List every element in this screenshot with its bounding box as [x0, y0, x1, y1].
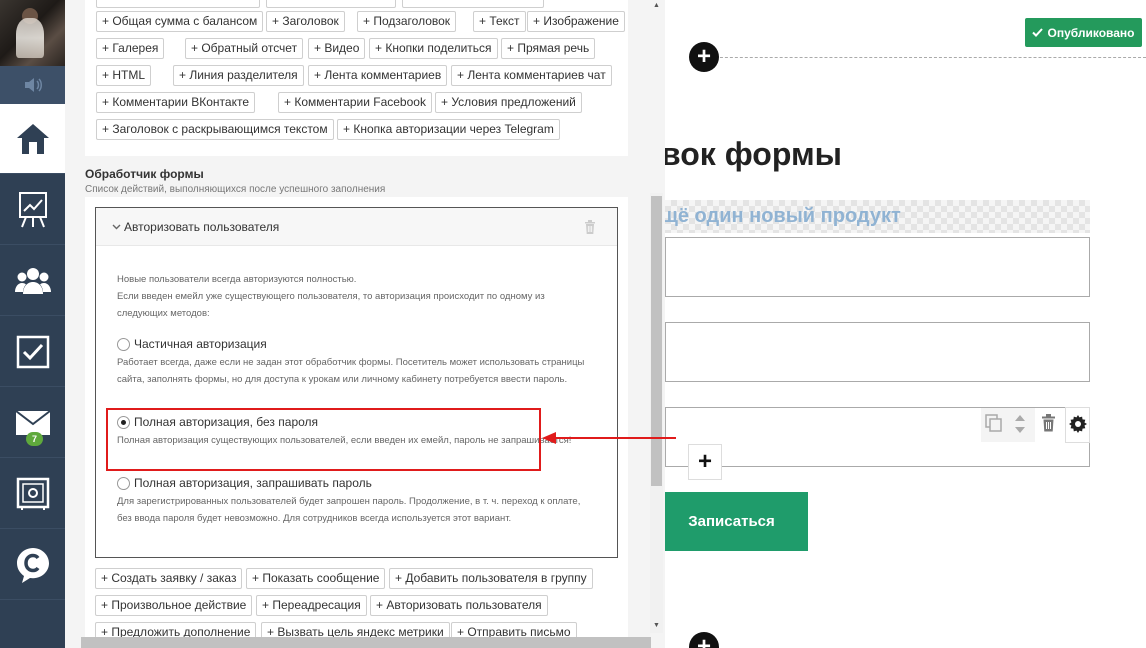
horizontal-scrollbar[interactable] [81, 637, 651, 648]
safe-icon [16, 477, 50, 511]
scroll-up-icon[interactable]: ▲ [651, 2, 662, 9]
checkbox-icon [16, 335, 50, 369]
chart-board-icon [18, 191, 48, 229]
move-icon[interactable] [1014, 414, 1026, 437]
radio-full-auth-password[interactable] [117, 476, 130, 490]
add-offer-terms-button[interactable]: + Условия предложений [435, 92, 582, 113]
hidden-tag-1[interactable] [96, 0, 260, 8]
published-button[interactable]: Опубликовано [1025, 18, 1142, 47]
add-create-order-action[interactable]: + Создать заявку / заказ [95, 568, 243, 589]
option-full-auth-password-label: Полная авторизация, запрашивать пароль [134, 476, 372, 490]
add-share-buttons-button[interactable]: + Кнопки поделиться [369, 38, 498, 59]
selected-option-highlight [106, 408, 541, 471]
option-full-auth-password[interactable]: Полная авторизация, запрашивать пароль [117, 475, 372, 491]
add-show-message-action[interactable]: + Показать сообщение [246, 568, 386, 589]
add-user-to-group-action[interactable]: + Добавить пользователя в группу [389, 568, 593, 589]
gear-icon [1068, 414, 1087, 436]
add-vk-comments-button[interactable]: + Комментарии ВКонтакте [96, 92, 256, 113]
sidebar-item-stats[interactable] [0, 175, 65, 245]
users-icon [14, 266, 52, 296]
block-settings-button[interactable] [1065, 407, 1090, 443]
add-text-button[interactable]: + Текст [473, 11, 526, 32]
panel-scrollbar-thumb[interactable] [651, 196, 662, 486]
sidebar-item-tasks[interactable] [0, 317, 65, 387]
add-quote-button[interactable]: + Прямая речь [501, 38, 596, 59]
add-heading-button[interactable]: + Заголовок [266, 11, 345, 32]
sidebar-item-users[interactable] [0, 246, 65, 316]
trash-icon[interactable] [584, 220, 596, 237]
signup-button[interactable]: Записаться [665, 492, 808, 551]
form-field-1[interactable] [665, 237, 1090, 297]
add-fb-comments-button[interactable]: + Комментарии Facebook [278, 92, 432, 113]
published-label: Опубликовано [1047, 25, 1135, 40]
add-redirect-action[interactable]: + Переадресация [256, 595, 367, 616]
handler-info-2: Если введен емейл уже существующего поль… [117, 291, 545, 319]
handler-title: Авторизовать пользователя [124, 220, 280, 234]
chevron-down-icon[interactable] [112, 222, 121, 233]
add-block-button[interactable]: + [688, 444, 722, 480]
avatar-figure [16, 18, 44, 58]
add-comments-feed-button[interactable]: + Лента комментариев [308, 65, 448, 86]
add-divider-button[interactable]: + Линия разделителя [173, 65, 304, 86]
add-expandable-heading-button[interactable]: + Заголовок с раскрывающимся текстом [96, 119, 334, 140]
option-partial-auth-desc: Работает всегда, даже если не задан этот… [117, 357, 585, 385]
avatar[interactable] [0, 0, 65, 66]
add-custom-action[interactable]: + Произвольное действие [95, 595, 253, 616]
add-section-bottom-button[interactable]: + [689, 632, 719, 648]
copy-icon[interactable] [985, 414, 1003, 435]
form-handler-title: Обработчик формы [85, 167, 204, 181]
delete-icon[interactable] [1041, 414, 1056, 435]
add-countdown-button[interactable]: + Обратный отсчет [185, 38, 304, 59]
add-video-button[interactable]: + Видео [308, 38, 366, 59]
hidden-tag-2[interactable] [266, 0, 396, 8]
add-comments-chat-button[interactable]: + Лента комментариев чат [451, 65, 612, 86]
add-blocks-box: + Общая сумма с балансом + Заголовок + П… [85, 0, 628, 156]
check-icon [1032, 26, 1044, 40]
radio-partial-auth[interactable] [117, 337, 130, 351]
speaker-icon[interactable] [0, 66, 65, 104]
home-icon [15, 122, 51, 156]
add-subheading-button[interactable]: + Подзаголовок [357, 11, 457, 32]
option-partial-auth[interactable]: Частичная авторизация [117, 336, 267, 352]
sidebar-item-messages[interactable]: 7 [0, 388, 65, 458]
add-section-top-button[interactable]: + [689, 42, 719, 72]
add-telegram-auth-button[interactable]: + Кнопка авторизации через Telegram [337, 119, 560, 140]
option-full-auth-password-desc: Для зарегистрированных пользователей буд… [117, 496, 581, 524]
scroll-down-icon[interactable]: ▼ [651, 622, 662, 629]
authorize-user-handler: Авторизовать пользователя Новые пользова… [95, 207, 618, 558]
form-handler-subtitle: Список действий, выполняющихся после усп… [85, 184, 386, 195]
block-settings-panel: + Общая сумма с балансом + Заголовок + П… [65, 0, 665, 648]
add-image-button[interactable]: + Изображение [527, 11, 625, 32]
add-html-button[interactable]: + HTML [96, 65, 152, 86]
main-sidebar: 7 [0, 0, 65, 648]
form-heading[interactable]: вок формы [665, 136, 842, 173]
sidebar-item-home[interactable] [0, 104, 65, 174]
handler-header[interactable]: Авторизовать пользователя [96, 208, 617, 246]
option-partial-auth-label: Частичная авторизация [134, 337, 267, 351]
annotation-arrow-head [542, 432, 556, 444]
sidebar-item-chat[interactable] [0, 530, 65, 600]
add-authorize-user-action[interactable]: + Авторизовать пользователя [370, 595, 548, 616]
app-root: 7 + Общая сумма с балансом + Заголовок +… [0, 0, 1146, 648]
add-total-balance-button[interactable]: + Общая сумма с балансом [96, 11, 264, 32]
form-subheading[interactable]: щё один новый продукт [665, 205, 901, 228]
sidebar-item-settings[interactable] [0, 459, 65, 529]
chat-c-icon [15, 546, 51, 584]
hidden-tag-3[interactable] [402, 0, 544, 8]
page-editor-canvas: Опубликовано + вок формы щё один новый п… [665, 0, 1146, 648]
add-gallery-button[interactable]: + Галерея [96, 38, 165, 59]
message-count-badge: 7 [26, 432, 44, 446]
annotation-arrow-line [556, 437, 676, 439]
form-field-2[interactable] [665, 322, 1090, 382]
handler-info-1: Новые пользователи всегда авторизуются п… [117, 274, 357, 285]
section-divider [705, 57, 1146, 58]
